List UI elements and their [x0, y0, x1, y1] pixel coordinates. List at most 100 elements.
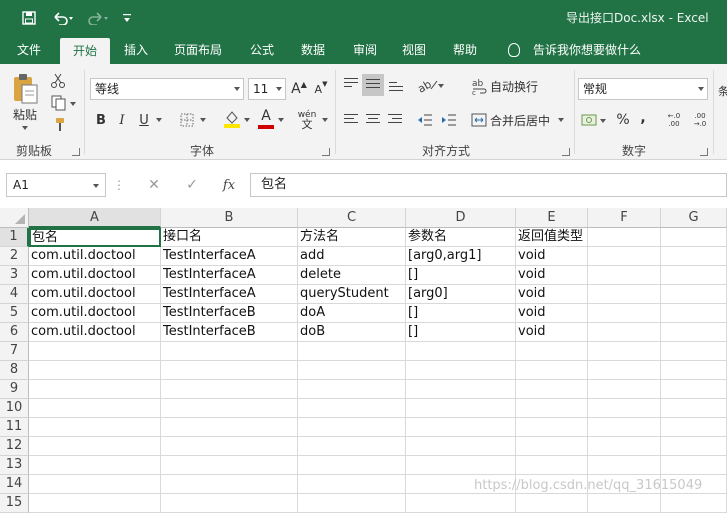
cell[interactable]: [516, 494, 588, 513]
cell[interactable]: doA: [298, 304, 406, 323]
accounting-format-icon[interactable]: [580, 110, 610, 130]
cell[interactable]: [29, 475, 161, 494]
cell[interactable]: com.util.doctool: [29, 323, 161, 342]
tab-formulas[interactable]: 公式: [242, 36, 282, 64]
cell[interactable]: [406, 437, 516, 456]
bold-button[interactable]: B: [92, 110, 110, 130]
cell[interactable]: [298, 456, 406, 475]
tell-me-search[interactable]: 告诉我你想要做什么: [533, 36, 641, 64]
row-header[interactable]: 1: [0, 228, 29, 247]
name-box[interactable]: A1: [6, 173, 106, 197]
cell[interactable]: [161, 380, 298, 399]
number-format-select[interactable]: 常规: [578, 78, 708, 100]
undo-icon[interactable]: [50, 9, 76, 27]
cell[interactable]: com.util.doctool: [29, 285, 161, 304]
comma-button[interactable]: ,: [636, 108, 650, 128]
cell[interactable]: [161, 418, 298, 437]
row-header[interactable]: 8: [0, 361, 29, 380]
row-header[interactable]: 5: [0, 304, 29, 323]
tab-home[interactable]: 开始: [60, 38, 110, 64]
cell[interactable]: [161, 342, 298, 361]
cell[interactable]: [29, 380, 161, 399]
cell[interactable]: [298, 342, 406, 361]
tab-help[interactable]: 帮助: [444, 36, 486, 64]
cell[interactable]: [588, 266, 661, 285]
align-left-icon[interactable]: [344, 114, 358, 126]
cell[interactable]: [588, 323, 661, 342]
cell[interactable]: [516, 418, 588, 437]
cell[interactable]: [661, 399, 727, 418]
selected-cell[interactable]: 包名: [29, 228, 161, 247]
cell[interactable]: []: [406, 323, 516, 342]
merge-dropdown-icon[interactable]: [556, 110, 566, 130]
row-header[interactable]: 7: [0, 342, 29, 361]
cell[interactable]: add: [298, 247, 406, 266]
font-size-select[interactable]: 11: [248, 78, 286, 100]
enter-entry-button[interactable]: ✓: [182, 175, 202, 195]
borders-dropdown-icon[interactable]: [198, 110, 208, 130]
cell[interactable]: void: [516, 285, 588, 304]
cell[interactable]: void: [516, 247, 588, 266]
row-header[interactable]: 4: [0, 285, 29, 304]
cell[interactable]: [161, 494, 298, 513]
align-right-icon[interactable]: [388, 114, 402, 126]
align-top-icon[interactable]: [344, 78, 358, 90]
row-header[interactable]: 11: [0, 418, 29, 437]
cell[interactable]: [516, 456, 588, 475]
column-header[interactable]: C: [298, 208, 406, 228]
grow-font-button[interactable]: A ▲: [290, 78, 308, 100]
fill-color-icon[interactable]: [222, 108, 242, 130]
cell[interactable]: 方法名: [298, 228, 406, 247]
cell[interactable]: [588, 418, 661, 437]
cell[interactable]: [29, 361, 161, 380]
cell[interactable]: void: [516, 304, 588, 323]
phonetic-dropdown-icon[interactable]: [320, 110, 330, 130]
save-icon[interactable]: [20, 9, 38, 27]
cell[interactable]: [516, 399, 588, 418]
orientation-icon[interactable]: ab: [416, 76, 446, 94]
cell[interactable]: [298, 361, 406, 380]
select-all-corner[interactable]: [0, 208, 29, 228]
cell[interactable]: void: [516, 323, 588, 342]
tab-insert[interactable]: 插入: [116, 36, 156, 64]
cell[interactable]: [588, 285, 661, 304]
underline-dropdown-icon[interactable]: [154, 110, 164, 130]
italic-button[interactable]: I: [114, 110, 130, 130]
cell[interactable]: queryStudent: [298, 285, 406, 304]
cell[interactable]: [516, 361, 588, 380]
cell[interactable]: [588, 361, 661, 380]
cell[interactable]: [661, 285, 727, 304]
cell[interactable]: 接口名: [161, 228, 298, 247]
font-color-dropdown-icon[interactable]: [276, 110, 286, 130]
copy-icon[interactable]: [48, 94, 78, 112]
conditional-format-partial[interactable]: 条: [718, 82, 727, 100]
cell[interactable]: [588, 342, 661, 361]
row-header[interactable]: 6: [0, 323, 29, 342]
number-launcher-icon[interactable]: [700, 148, 708, 156]
fill-color-dropdown-icon[interactable]: [242, 110, 252, 130]
font-launcher-icon[interactable]: [322, 148, 330, 156]
cell[interactable]: [661, 266, 727, 285]
cell[interactable]: [661, 342, 727, 361]
row-header[interactable]: 13: [0, 456, 29, 475]
cell[interactable]: com.util.doctool: [29, 304, 161, 323]
cell[interactable]: doB: [298, 323, 406, 342]
cell[interactable]: [588, 399, 661, 418]
cell[interactable]: [161, 437, 298, 456]
cut-icon[interactable]: [48, 72, 68, 90]
cell[interactable]: [516, 437, 588, 456]
row-header[interactable]: 15: [0, 494, 29, 513]
customize-icon[interactable]: [120, 9, 134, 27]
formula-input[interactable]: 包名: [250, 173, 727, 197]
cell[interactable]: [161, 456, 298, 475]
cell[interactable]: [406, 342, 516, 361]
wrap-text-button[interactable]: 自动换行: [490, 76, 542, 96]
cell[interactable]: [661, 361, 727, 380]
tab-view[interactable]: 视图: [394, 36, 434, 64]
cell[interactable]: 参数名: [406, 228, 516, 247]
cell[interactable]: [661, 418, 727, 437]
column-header[interactable]: G: [661, 208, 727, 228]
cell[interactable]: [161, 399, 298, 418]
cell[interactable]: []: [406, 266, 516, 285]
clipboard-launcher-icon[interactable]: [72, 148, 80, 156]
